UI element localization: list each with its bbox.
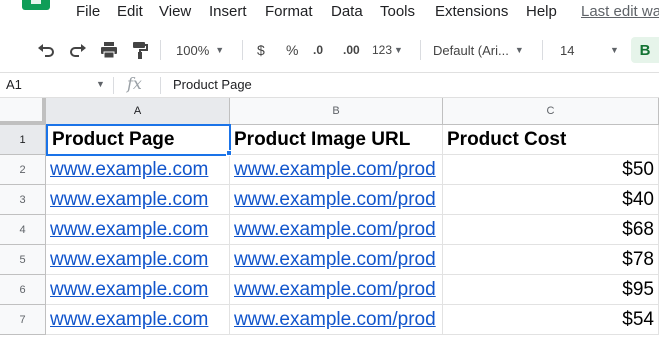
print-icon[interactable] (99, 30, 119, 70)
chevron-down-icon: ▼ (215, 45, 225, 55)
redo-icon[interactable] (68, 30, 88, 70)
cell-a5[interactable]: www.example.com (46, 245, 230, 275)
formula-divider (160, 77, 161, 94)
cell-b3[interactable]: www.example.com/prod (230, 185, 443, 215)
number-format-select[interactable]: 123 ▼ (372, 30, 403, 70)
number-format-label: 123 (372, 43, 393, 57)
toolbar-divider (242, 40, 243, 60)
chevron-down-icon[interactable]: ▼ (96, 79, 105, 89)
cell-a6[interactable]: www.example.com (46, 275, 230, 305)
zoom-value: 100% (176, 42, 210, 58)
cell-c7[interactable]: $54 (443, 305, 659, 335)
row-header-3[interactable]: 3 (0, 185, 46, 215)
cell-c5[interactable]: $78 (443, 245, 659, 275)
increase-decimal-label: .00 (343, 43, 360, 57)
row-header-5[interactable]: 5 (0, 245, 46, 275)
font-size-label: 14 (560, 42, 575, 58)
column-header-a[interactable]: A (46, 98, 230, 125)
formula-input[interactable]: Product Page (173, 77, 252, 92)
chevron-down-icon: ▼ (514, 45, 524, 55)
column-header-b[interactable]: B (230, 98, 443, 125)
toolbar-divider (160, 40, 161, 60)
fx-icon: fx (127, 74, 142, 93)
paint-format-icon[interactable] (130, 30, 150, 70)
last-edit-link[interactable]: Last edit wa (581, 3, 659, 20)
row-header-2[interactable]: 2 (0, 155, 46, 185)
cell-a3[interactable]: www.example.com (46, 185, 230, 215)
menu-edit[interactable]: Edit (117, 3, 143, 20)
cell-b1[interactable]: Product Image URL (230, 125, 443, 155)
cell-c3[interactable]: $40 (443, 185, 659, 215)
cell-b6[interactable]: www.example.com/prod (230, 275, 443, 305)
row-header-4[interactable]: 4 (0, 215, 46, 245)
undo-icon[interactable] (36, 30, 56, 70)
toolbar-divider (542, 40, 543, 60)
cell-a2[interactable]: www.example.com (46, 155, 230, 185)
formula-divider (113, 77, 114, 94)
menu-tools[interactable]: Tools (380, 3, 415, 20)
menu-format[interactable]: Format (265, 3, 313, 20)
cell-a1[interactable]: Product Page (46, 124, 231, 156)
menu-file[interactable]: File (76, 3, 100, 20)
font-size-dropdown-icon[interactable]: ▼ (604, 30, 619, 70)
formula-bar: A1 ▼ fx Product Page (0, 72, 659, 98)
cell-b4[interactable]: www.example.com/prod (230, 215, 443, 245)
toolbar-divider (420, 40, 421, 60)
zoom-select[interactable]: 100% ▼ (176, 30, 224, 70)
chevron-down-icon: ▼ (394, 45, 403, 55)
fill-handle[interactable] (226, 150, 232, 156)
menu-extensions[interactable]: Extensions (435, 3, 508, 20)
sheets-logo-icon[interactable] (22, 0, 50, 10)
menu-bar: File Edit View Insert Format Data Tools … (0, 0, 659, 28)
cell-c1[interactable]: Product Cost (443, 125, 659, 155)
decrease-decimal-button[interactable]: .0 (313, 30, 323, 70)
menu-help[interactable]: Help (526, 3, 557, 20)
cell-b7[interactable]: www.example.com/prod (230, 305, 443, 335)
row-header-7[interactable]: 7 (0, 305, 46, 335)
increase-decimal-button[interactable]: .00 (343, 30, 360, 70)
select-all-corner[interactable] (0, 98, 46, 125)
toolbar: 100% ▼ $ % .0 .00 123 ▼ Default (Ari... ▼ 1… (0, 30, 659, 70)
column-header-c[interactable]: C (443, 98, 659, 125)
spreadsheet-grid: A B C 1 2 3 4 5 6 7 Product Page Product… (0, 98, 659, 340)
name-box[interactable]: A1 (6, 77, 22, 92)
cell-a4[interactable]: www.example.com (46, 215, 230, 245)
bold-button[interactable]: B (631, 37, 659, 63)
cell-b5[interactable]: www.example.com/prod (230, 245, 443, 275)
font-family-select[interactable]: Default (Ari... ▼ (433, 30, 524, 70)
font-size-select[interactable]: 14 (560, 30, 574, 70)
row-header-6[interactable]: 6 (0, 275, 46, 305)
menu-data[interactable]: Data (331, 3, 363, 20)
currency-format-button[interactable]: $ (257, 30, 265, 70)
row-header-1[interactable]: 1 (0, 125, 46, 155)
chevron-down-icon: ▼ (610, 45, 619, 55)
cell-b2[interactable]: www.example.com/prod (230, 155, 443, 185)
cell-a7[interactable]: www.example.com (46, 305, 230, 335)
cell-c2[interactable]: $50 (443, 155, 659, 185)
menu-view[interactable]: View (159, 3, 191, 20)
font-family-label: Default (Ari... (433, 42, 509, 58)
cell-c6[interactable]: $95 (443, 275, 659, 305)
cell-c4[interactable]: $68 (443, 215, 659, 245)
menu-insert[interactable]: Insert (209, 3, 247, 20)
decrease-decimal-label: .0 (313, 43, 324, 57)
percent-format-button[interactable]: % (286, 30, 298, 70)
